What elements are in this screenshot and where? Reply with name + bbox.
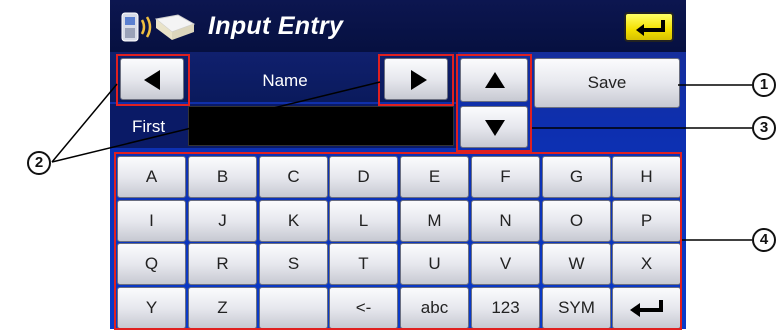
phone-book-icon: [121, 12, 196, 42]
highlight-keyboard: [114, 152, 682, 330]
text-entry-field[interactable]: [188, 106, 454, 146]
save-button[interactable]: Save: [534, 58, 680, 108]
field-row-label: First: [132, 117, 166, 136]
callout-4: 4: [752, 228, 776, 252]
enter-button[interactable]: [624, 12, 674, 42]
highlight-prev: [116, 54, 190, 106]
title-bar: Input Entry: [110, 0, 686, 52]
callout-3: 3: [752, 116, 776, 140]
highlight-next: [378, 54, 454, 106]
page-title: Input Entry: [208, 12, 344, 40]
highlight-scroll: [456, 54, 532, 152]
callout-1: 1: [752, 73, 776, 97]
callout-2: 2: [27, 151, 51, 175]
device-screen: Input Entry Name First Save A B C D E F …: [110, 0, 686, 330]
enter-arrow-icon: [636, 20, 665, 36]
field-name-label: Name: [262, 71, 308, 90]
save-label: Save: [587, 73, 627, 92]
